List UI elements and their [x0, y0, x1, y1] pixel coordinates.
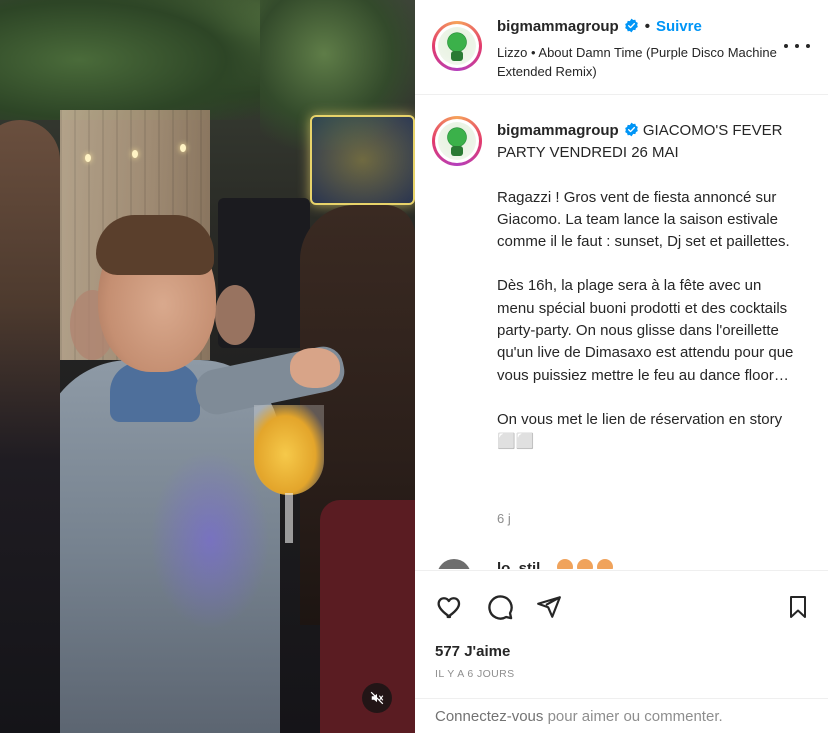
heart-icon [437, 597, 461, 619]
post-date: IL Y A 6 JOURS [435, 668, 515, 680]
speaker-muted-icon [370, 691, 384, 705]
profile-picture [438, 27, 476, 65]
post-header: bigmammagroup • Suivre Lizzo • About Damn… [415, 0, 828, 95]
man-hair [96, 215, 214, 275]
foreground-person [0, 120, 60, 733]
comment-button[interactable] [484, 591, 516, 623]
profile-picture [438, 122, 476, 160]
like-button[interactable] [434, 591, 466, 623]
username-link[interactable]: bigmammagroup [497, 18, 619, 35]
avatar[interactable] [432, 21, 482, 71]
share-icon [537, 596, 561, 618]
commenter-username[interactable]: lo_stil... [497, 559, 613, 569]
save-button[interactable] [782, 591, 814, 623]
commenter-avatar[interactable] [437, 559, 471, 569]
cocktail-glass [254, 405, 324, 495]
bookmark-icon [790, 596, 806, 618]
login-prompt: Connectez-vous pour aimer ou commenter. [415, 698, 828, 733]
string-lights [40, 144, 210, 170]
post-media-video[interactable] [0, 0, 415, 733]
verified-badge-icon [624, 18, 638, 33]
action-bar: 577 J'aime IL Y A 6 JOURS Connectez-vous… [415, 570, 828, 733]
purple-light [150, 450, 270, 630]
hand [290, 348, 340, 388]
share-button[interactable] [533, 591, 565, 623]
caption-text: bigmammagroup GIACOMO'S FEVER PARTY VEND… [497, 120, 797, 454]
caption-timestamp: 6 j [497, 511, 511, 526]
caption-paragraph: On vous met le lien de réservation en st… [497, 410, 783, 451]
separator-dot: • [644, 18, 650, 35]
comment-icon [488, 595, 513, 620]
follow-button[interactable]: Suivre [656, 18, 702, 35]
post-sidebar: bigmammagroup • Suivre Lizzo • About Damn… [415, 0, 828, 733]
header-user-line: bigmammagroup • Suivre [497, 18, 702, 35]
neon-sign [310, 115, 415, 205]
more-options-icon[interactable] [784, 36, 810, 56]
login-link[interactable]: Connectez-vous [435, 708, 543, 725]
audio-track-link[interactable]: Lizzo • About Damn Time (Purple Disco Ma… [497, 43, 777, 81]
comment-item: lo_stil... [415, 555, 828, 569]
caption-paragraph: Dès 16h, la plage sera à la fête avec un… [497, 277, 794, 384]
background-person [215, 285, 255, 345]
caption-username-link[interactable]: bigmammagroup [497, 122, 619, 139]
emoji [556, 559, 573, 569]
verified-badge-icon [624, 122, 638, 137]
glass-stem [285, 493, 293, 543]
mute-button[interactable] [362, 683, 392, 713]
emoji [596, 559, 613, 569]
caption-paragraph: Ragazzi ! Gros vent de fiesta annoncé su… [497, 188, 790, 251]
caption-avatar[interactable] [432, 116, 482, 166]
likes-count[interactable]: 577 J'aime [435, 643, 510, 660]
caption-section: bigmammagroup GIACOMO'S FEVER PARTY VEND… [415, 96, 828, 566]
login-prompt-text: pour aimer ou commenter. [543, 708, 723, 725]
emoji [576, 559, 593, 569]
